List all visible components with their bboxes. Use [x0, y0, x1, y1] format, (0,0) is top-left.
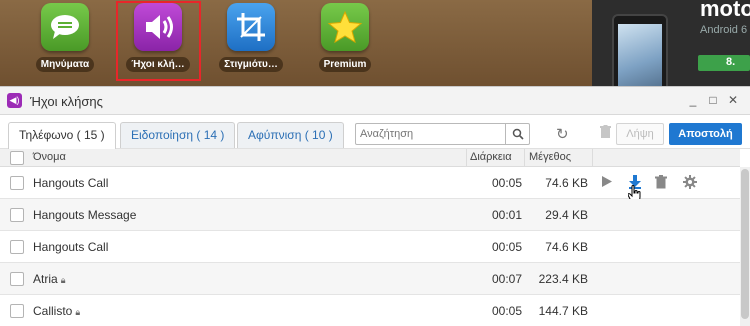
table-header: Όνομα Διάρκεια Μέγεθος: [0, 149, 740, 167]
speaker-icon: ◀): [7, 93, 22, 108]
ringtone-name: Hangouts Message: [33, 208, 137, 222]
gear-icon[interactable]: [683, 175, 697, 192]
toolbar: Τηλέφωνο ( 15 ) Ειδοποίηση ( 14 ) Αφύπνι…: [0, 115, 750, 150]
promo-subtitle: Android 6: [700, 24, 748, 36]
tab-phone[interactable]: Τηλέφωνο ( 15 ): [8, 122, 116, 150]
ringtone-size: 144.7 KB: [538, 304, 588, 318]
trash-icon[interactable]: [655, 175, 667, 192]
download-button[interactable]: Λήψη: [616, 123, 664, 145]
promo-banner[interactable]: moto Android 6 8.: [592, 0, 750, 94]
ringtone-duration: 00:05: [491, 240, 522, 254]
ringtone-duration: 00:05: [491, 176, 522, 190]
scrollbar-thumb[interactable]: [741, 169, 749, 319]
ringtone-size: 223.4 KB: [538, 272, 588, 286]
scrollbar[interactable]: [740, 167, 750, 326]
play-icon[interactable]: [601, 175, 613, 191]
tab-notification[interactable]: Ειδοποίηση ( 14 ): [120, 122, 236, 148]
ringtone-size: 29.4 KB: [545, 208, 588, 222]
search-box: [355, 123, 530, 145]
window-titlebar[interactable]: ◀) Ήχοι κλήσης _ □ ✕: [0, 87, 750, 115]
messages-icon: [41, 3, 89, 51]
app-screenshot[interactable]: Στιγμιότυ…: [216, 3, 286, 75]
select-all-checkbox[interactable]: [10, 151, 24, 165]
maximize-button[interactable]: □: [706, 93, 720, 107]
ringtone-size: 74.6 KB: [545, 240, 588, 254]
phone-image: [612, 14, 668, 94]
trash-icon[interactable]: [600, 125, 611, 141]
app-label: Premium: [318, 57, 372, 72]
tab-alarm[interactable]: Αφύπνιση ( 10 ): [237, 122, 344, 148]
promo-button[interactable]: [698, 55, 750, 71]
refresh-icon[interactable]: ↻: [556, 125, 569, 143]
app-label: Στιγμιότυ…: [219, 57, 283, 72]
row-checkbox[interactable]: [10, 208, 24, 222]
ringtone-duration: 00:05: [491, 304, 522, 318]
promo-brand: moto: [700, 0, 750, 21]
promo-button-label: 8.: [726, 56, 736, 68]
column-header-size[interactable]: Μέγεθος: [529, 151, 571, 163]
crop-icon: [227, 3, 275, 51]
ringtone-name: Callisto: [33, 304, 73, 318]
lock-icon: 🔒︎: [60, 275, 66, 285]
row-checkbox[interactable]: [10, 240, 24, 254]
ringtone-name: Hangouts Call: [33, 240, 109, 254]
ringtones-window: ◀) Ήχοι κλήσης _ □ ✕ Τηλέφωνο ( 15 ) Ειδ…: [0, 86, 750, 326]
ringtone-name-cell: Atria 🔒︎: [33, 272, 65, 286]
table-row[interactable]: Atria 🔒︎ 00:07 223.4 KB: [0, 263, 740, 295]
minimize-button[interactable]: _: [686, 93, 700, 107]
ringtone-name: Hangouts Call: [33, 176, 109, 190]
search-input[interactable]: [356, 124, 506, 144]
row-checkbox[interactable]: [10, 304, 24, 318]
column-header-name[interactable]: Όνομα: [33, 151, 66, 163]
ringtone-table: Όνομα Διάρκεια Μέγεθος Hangouts Call 00:…: [0, 149, 740, 326]
table-row[interactable]: Hangouts Call 00:05 74.6 KB: [0, 167, 740, 203]
lock-icon: 🔒︎: [75, 307, 81, 317]
ringtone-duration: 00:07: [491, 272, 522, 286]
row-checkbox[interactable]: [10, 272, 24, 286]
table-row[interactable]: Callisto 🔒︎ 00:05 144.7 KB: [0, 295, 740, 326]
ringtone-duration: 00:01: [491, 208, 522, 222]
window-title: Ήχοι κλήσης: [30, 94, 103, 109]
app-messages[interactable]: Μηνύματα: [30, 3, 100, 75]
selection-highlight: [116, 1, 201, 81]
column-header-duration[interactable]: Διάρκεια: [470, 151, 512, 163]
send-button[interactable]: Αποστολή: [669, 123, 742, 145]
row-checkbox[interactable]: [10, 176, 24, 190]
star-icon: [321, 3, 369, 51]
search-icon[interactable]: [505, 124, 529, 144]
app-label: Μηνύματα: [35, 57, 95, 72]
table-row[interactable]: Hangouts Message 00:01 29.4 KB: [0, 199, 740, 231]
ringtone-size: 74.6 KB: [545, 176, 588, 190]
app-premium[interactable]: Premium: [310, 3, 380, 75]
table-row[interactable]: Hangouts Call 00:05 74.6 KB: [0, 231, 740, 263]
close-button[interactable]: ✕: [726, 93, 740, 107]
ringtone-name: Atria: [33, 272, 58, 286]
ringtone-name-cell: Callisto 🔒︎: [33, 304, 80, 318]
